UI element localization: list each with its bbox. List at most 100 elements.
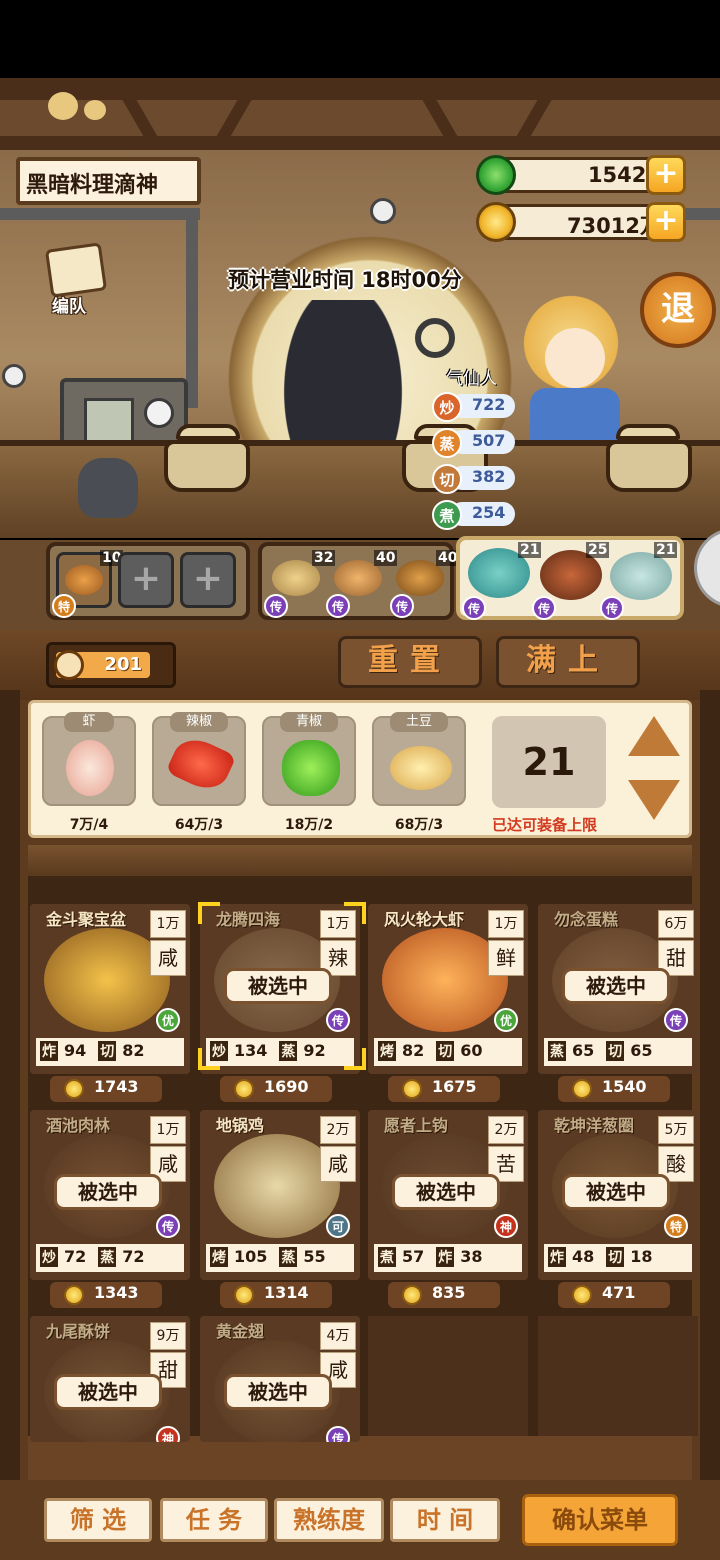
dish-name: 愿者上钩 (384, 1116, 449, 1135)
dish-card[interactable]: 酒池肉林 1万咸传炒 72 蒸 72 被选中 (30, 1110, 190, 1280)
dish-name: 风火轮大虾 (384, 910, 465, 929)
scroll-down-arrow-icon[interactable] (628, 780, 680, 820)
coin-icon (402, 1079, 422, 1099)
grid-bottom-shelf (28, 1436, 692, 1480)
empty-slot-add[interactable]: + (118, 552, 174, 608)
dish-rarity-badge: 传 (156, 1214, 180, 1238)
focus-corner (344, 1048, 366, 1070)
gauge-icon (2, 364, 26, 388)
reset-button[interactable]: 重置 (338, 636, 482, 688)
dish-price: 4万 (320, 1322, 356, 1350)
scroll-up-arrow-icon[interactable] (628, 716, 680, 756)
restaurant-name[interactable]: 黑暗料理滴神 (16, 157, 201, 205)
empty-slot-add[interactable]: + (180, 552, 236, 608)
dish-skill-requirements: 煮 57 炸 38 (374, 1244, 522, 1272)
rarity-badge: 传 (462, 596, 486, 620)
dish-price: 1万 (488, 910, 524, 938)
filter-button[interactable]: 筛 选 (44, 1498, 152, 1542)
team-label: 编队 (52, 297, 86, 317)
frame-left (0, 690, 20, 1480)
dish-card[interactable]: 乾坤洋葱圈 5万酸特炸 48 切 18 被选中 (538, 1110, 698, 1280)
proficiency-button[interactable]: 熟练度 (274, 1498, 384, 1542)
skill-value: 72 (122, 1247, 145, 1266)
skill-value: 55 (303, 1247, 326, 1266)
rarity-badge: 传 (264, 594, 288, 618)
selected-indicator: 被选中 (224, 1374, 332, 1410)
time-button[interactable]: 时 间 (390, 1498, 500, 1542)
dish-name: 酒池肉林 (46, 1116, 111, 1135)
frame-right (700, 690, 720, 1480)
selected-indicator: 被选中 (224, 968, 332, 1004)
slot-count: 21 (518, 542, 542, 558)
skill-type: 切 (436, 1041, 455, 1061)
dish-rarity-badge: 传 (326, 1426, 350, 1442)
dish-card[interactable]: 勿念蛋糕 6万甜传蒸 65 切 65 被选中 (538, 904, 698, 1074)
dish-card[interactable]: 金斗聚宝盆 1万咸优炸 94 切 82 (30, 904, 190, 1074)
skill-type: 炸 (436, 1247, 455, 1267)
potato-icon (390, 746, 452, 790)
selected-indicator: 被选中 (392, 1174, 500, 1210)
slot-group-3-selected[interactable]: 21 25 21 传 传 传 (456, 536, 684, 620)
pot-lid (616, 424, 680, 440)
pipe (186, 208, 198, 408)
skill-value: 134 (234, 1041, 268, 1060)
dish-rarity-badge: 可 (326, 1214, 350, 1238)
focus-corner (198, 902, 220, 924)
cooking-pot (606, 440, 692, 492)
dish-card[interactable]: 黄金翅 4万咸传被选中 (200, 1316, 360, 1442)
slot-group-2[interactable]: 32 40 40 传 传 传 (258, 542, 460, 620)
dish-rarity-badge: 神 (156, 1426, 180, 1442)
stat-cut-icon: 切 (432, 464, 462, 494)
ingredient-amount: 68万/3 (394, 817, 444, 833)
fairy-chef-character[interactable] (545, 328, 605, 388)
add-gold-button[interactable]: + (646, 202, 686, 242)
dish-price: 9万 (150, 1322, 186, 1350)
dish-name: 龙腾四海 (216, 910, 281, 929)
jade-icon (476, 155, 516, 195)
slot-count: 25 (586, 542, 610, 558)
notebook-icon (44, 242, 108, 298)
slot-count: 40 (374, 550, 398, 566)
exit-button[interactable]: 退 (640, 272, 716, 348)
confirm-menu-button[interactable]: 确认菜单 (522, 1494, 678, 1546)
dish-price: 1万 (150, 1116, 186, 1144)
skill-value: 65 (630, 1041, 653, 1060)
selected-indicator: 被选中 (562, 968, 670, 1004)
dish-card[interactable]: 风火轮大虾 1万鲜优烤 82 切 60 (368, 904, 528, 1074)
dish-card[interactable]: 龙腾四海 1万辣传炒 134 蒸 92 被选中 (200, 904, 360, 1074)
dish-name: 金斗聚宝盆 (46, 910, 127, 929)
slot-group-1[interactable]: 10 特 + + (46, 542, 250, 620)
skill-value: 82 (122, 1041, 145, 1060)
skill-type: 炸 (40, 1041, 58, 1061)
limit-message: 已达可装备上限 (492, 816, 598, 834)
fill-button[interactable]: 满上 (496, 636, 640, 688)
coin-icon (64, 1079, 84, 1099)
skill-type: 切 (98, 1041, 117, 1061)
dish-rarity-badge: 传 (326, 1008, 350, 1032)
stat-steam-icon: 蒸 (432, 428, 462, 458)
dish-card[interactable]: 愿者上钩 2万苦神煮 57 炸 38 被选中 (368, 1110, 528, 1280)
dish-icon (610, 552, 672, 600)
dish-name: 勿念蛋糕 (554, 910, 619, 929)
empty-dish-cell (538, 1316, 698, 1436)
skill-value: 18 (630, 1247, 653, 1266)
dish-rarity-badge: 神 (494, 1214, 518, 1238)
skill-value: 48 (572, 1247, 595, 1266)
skill-type: 切 (606, 1041, 625, 1061)
dish-name: 九尾酥饼 (46, 1322, 111, 1341)
ingredient-amount: 18万/2 (284, 817, 334, 833)
dish-card[interactable]: 地锅鸡 2万咸可烤 105 蒸 55 (200, 1110, 360, 1280)
add-jade-button[interactable]: + (646, 155, 686, 195)
shrimp-icon (66, 740, 114, 796)
skill-type: 蒸 (98, 1247, 117, 1267)
dish-card[interactable]: 九尾酥饼 9万甜神被选中 (30, 1316, 190, 1442)
cat-mascot (78, 458, 138, 518)
skill-type: 蒸 (279, 1247, 298, 1267)
empty-dish-cell (368, 1316, 528, 1436)
ingredient-amount: 7万/4 (69, 817, 109, 833)
ingredient-amount: 64万/3 (174, 817, 224, 833)
dish-skill-requirements: 炸 48 切 18 (544, 1244, 692, 1272)
task-button[interactable]: 任 务 (160, 1498, 268, 1542)
coin-icon (64, 1285, 84, 1305)
slot-count: 32 (312, 550, 336, 566)
